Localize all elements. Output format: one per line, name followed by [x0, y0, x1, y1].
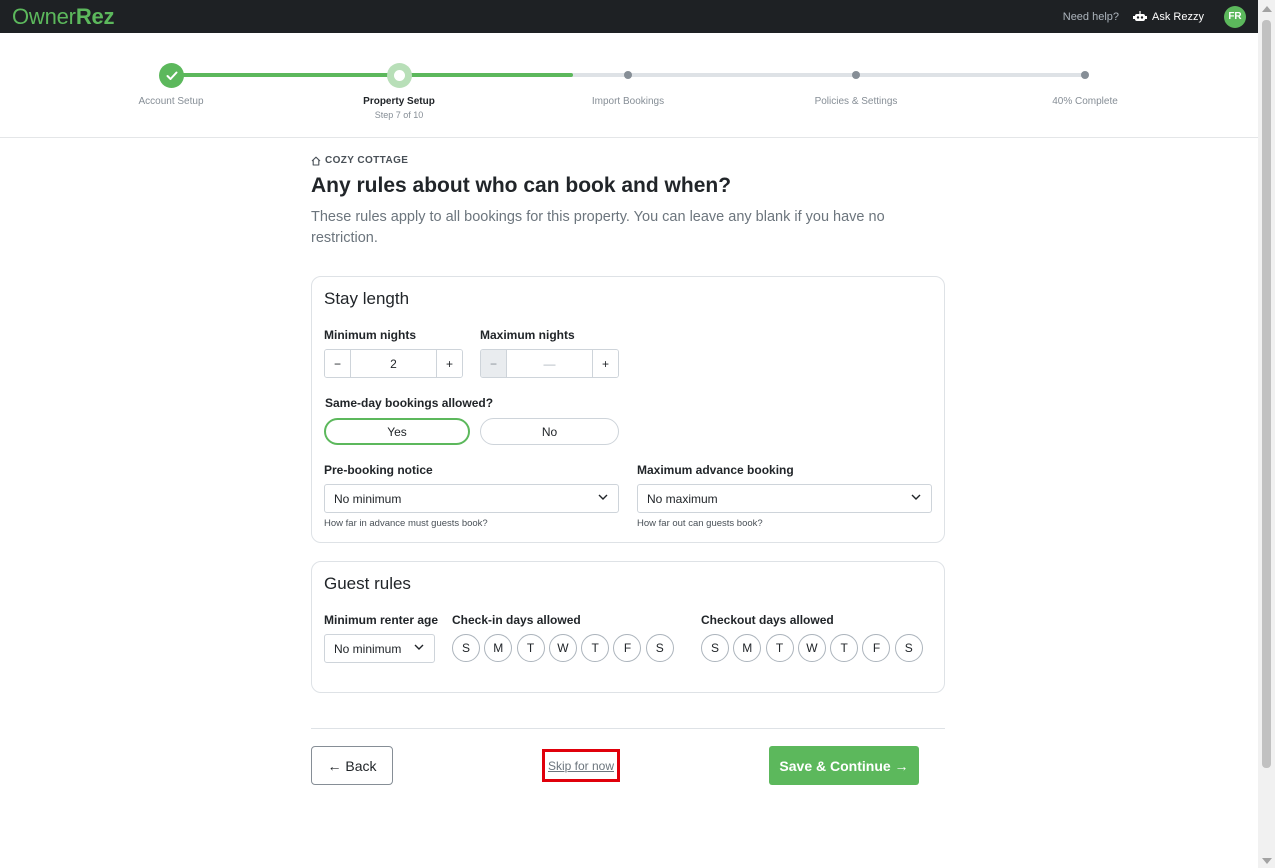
checkin-day-saturday[interactable]: S [645, 634, 674, 662]
min-age-label: Minimum renter age [324, 613, 439, 627]
step-complete-marker [159, 63, 184, 88]
step-label: Account Setup [138, 96, 204, 107]
step-pending-marker [852, 71, 860, 79]
checkout-day-tuesday[interactable]: T [765, 634, 794, 662]
checkin-days-group: S M T W T F S [452, 634, 678, 662]
page-scrollbar[interactable] [1258, 0, 1275, 868]
max-advance-label: Maximum advance booking [637, 463, 794, 477]
setup-progress: Account Setup Property Setup Step 7 of 1… [0, 33, 1258, 138]
checkin-day-monday[interactable]: M [484, 634, 513, 662]
save-continue-button[interactable]: Save & Continue → [769, 746, 919, 785]
prebooking-select[interactable]: No minimum [324, 484, 619, 513]
max-advance-select[interactable]: No maximum [637, 484, 932, 513]
min-age-select[interactable]: No minimum [324, 634, 435, 663]
max-nights-decrement-button[interactable]: − [481, 350, 506, 377]
chevron-down-icon [414, 644, 424, 650]
stay-length-card: Stay length Minimum nights − 2 + Maximum… [311, 276, 945, 543]
card-title: Guest rules [324, 574, 411, 593]
checkout-day-saturday[interactable]: S [894, 634, 923, 662]
step-label: Property Setup [363, 96, 435, 107]
prebooking-value: No minimum [334, 491, 402, 506]
same-day-yes-button[interactable]: Yes [324, 418, 470, 445]
robot-icon [1133, 10, 1148, 21]
checkout-days-group: S M T W T F S [701, 634, 927, 662]
home-icon [311, 156, 321, 166]
chevron-down-icon [911, 494, 921, 500]
prebooking-label: Pre-booking notice [324, 463, 433, 477]
card-title: Stay length [324, 289, 410, 308]
min-nights-increment-button[interactable]: + [437, 350, 462, 377]
checkin-day-friday[interactable]: F [613, 634, 642, 662]
progress-fill [171, 73, 574, 77]
step-pending-marker [624, 71, 632, 79]
guest-rules-card: Guest rules Minimum renter age No minimu… [311, 561, 945, 693]
top-navbar: OwnerRez Need help? Ask Rezzy FR [0, 0, 1258, 33]
checkin-days-label: Check-in days allowed [452, 613, 581, 627]
max-advance-value: No maximum [647, 491, 718, 506]
skip-highlight-box: Skip for now [542, 749, 620, 782]
checkout-days-label: Checkout days allowed [701, 613, 834, 627]
min-nights-label: Minimum nights [324, 328, 416, 342]
page-description: These rules apply to all bookings for th… [311, 209, 885, 246]
same-day-label: Same-day bookings allowed? [325, 396, 494, 410]
checkout-day-sunday[interactable]: S [701, 634, 729, 662]
step-label: Import Bookings [591, 96, 665, 107]
step-label: Policies & Settings [814, 96, 898, 107]
checkout-day-wednesday[interactable]: W [797, 634, 826, 662]
checkout-day-monday[interactable]: M [733, 634, 762, 662]
min-nights-decrement-button[interactable]: − [325, 350, 350, 377]
min-nights-stepper: − 2 + [324, 349, 463, 378]
user-avatar[interactable]: FR [1224, 5, 1246, 28]
same-day-no-button[interactable]: No [480, 418, 619, 445]
max-advance-help: How far out can guests book? [637, 518, 763, 529]
checkin-day-sunday[interactable]: S [452, 634, 480, 662]
step-current-marker [387, 63, 412, 88]
max-nights-input[interactable]: — [506, 350, 593, 377]
max-nights-label: Maximum nights [480, 328, 575, 342]
checkin-day-thursday[interactable]: T [581, 634, 610, 662]
checkmark-icon [166, 71, 177, 80]
step-counter: Step 7 of 10 [374, 110, 424, 120]
min-age-value: No minimum [334, 641, 402, 656]
scroll-down-arrow-icon[interactable] [1262, 858, 1272, 864]
checkout-day-thursday[interactable]: T [830, 634, 859, 662]
footer-divider [311, 728, 945, 729]
prebooking-help: How far in advance must guests book? [324, 518, 488, 529]
top-right-actions: Need help? Ask Rezzy FR [1063, 0, 1246, 33]
chevron-down-icon [598, 494, 608, 500]
step-pending-marker [1081, 71, 1089, 79]
back-button[interactable]: ← Back [311, 746, 393, 785]
checkin-day-tuesday[interactable]: T [516, 634, 545, 662]
scroll-thumb[interactable] [1262, 20, 1271, 768]
ask-rezzy-label: Ask Rezzy [1152, 10, 1204, 23]
ownerrez-logo[interactable]: OwnerRez [12, 4, 115, 30]
max-nights-stepper: − — + [480, 349, 619, 378]
scroll-up-arrow-icon[interactable] [1262, 6, 1272, 12]
need-help-link[interactable]: Need help? [1063, 11, 1119, 23]
checkin-day-wednesday[interactable]: W [548, 634, 577, 662]
ask-rezzy-button[interactable]: Ask Rezzy [1133, 10, 1204, 23]
min-nights-input[interactable]: 2 [350, 350, 437, 377]
page-title: Any rules about who can book and when? [311, 174, 732, 197]
property-name: COZY COTTAGE [311, 155, 408, 166]
skip-for-now-link[interactable]: Skip for now [548, 759, 614, 773]
step-label: 40% Complete [1052, 96, 1118, 107]
checkout-day-friday[interactable]: F [862, 634, 891, 662]
max-nights-increment-button[interactable]: + [593, 350, 618, 377]
